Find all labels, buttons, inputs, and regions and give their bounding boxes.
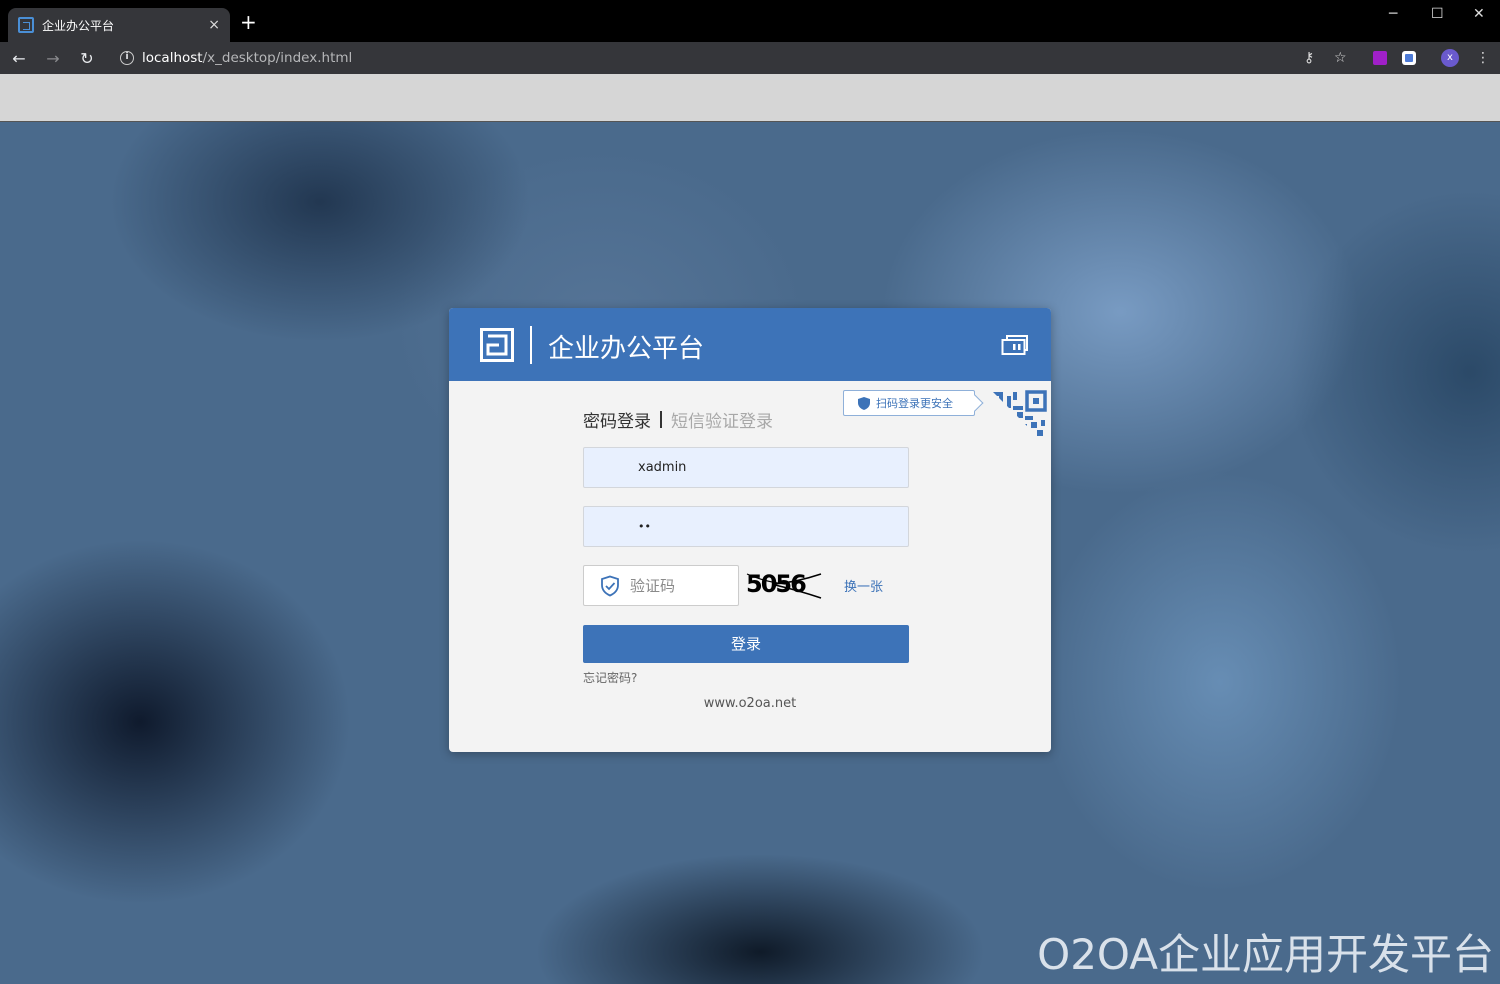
browser-menu-icon[interactable]: ⋮: [1476, 42, 1490, 74]
qr-code-corner-icon[interactable]: [991, 390, 1047, 446]
browser-tab[interactable]: 企业办公平台 ×: [8, 8, 230, 42]
o2oa-favicon-icon: [18, 17, 34, 33]
tab-password-login[interactable]: 密码登录: [583, 407, 651, 432]
tab-sms-login[interactable]: 短信验证登录: [671, 407, 773, 432]
extension-icon[interactable]: [1373, 42, 1387, 74]
password-key-icon[interactable]: ⚷: [1304, 42, 1314, 74]
new-tab-button[interactable]: +: [240, 12, 257, 32]
o2oa-logo-icon: [480, 328, 514, 362]
site-info-icon[interactable]: i: [120, 51, 134, 65]
browser-tabbar: 企业办公平台 × + ─ ☐ ✕: [0, 0, 1500, 42]
qr-tip-text: 扫码登录更安全: [876, 397, 953, 410]
header-divider: [530, 326, 532, 364]
address-bar: ← → ↻ i localhost/x_desktop/index.html ⚷…: [0, 42, 1500, 74]
username-input[interactable]: xadmin: [583, 447, 909, 488]
page-top-bar: [0, 74, 1500, 122]
login-mode-tabs: 密码登录 短信验证登录: [583, 407, 773, 432]
tab-close-icon[interactable]: ×: [208, 17, 220, 33]
url-path: /x_desktop/index.html: [202, 50, 353, 66]
maximize-icon[interactable]: ☐: [1431, 6, 1444, 22]
url-host: localhost: [142, 50, 203, 66]
tab-divider: [660, 411, 662, 428]
shield-icon: [858, 396, 870, 410]
captcha-input[interactable]: 验证码: [583, 565, 739, 606]
watermark-text: O2OA企业应用开发平台: [1037, 930, 1494, 979]
login-card: 企业办公平台 扫码登录更安全 密码登录 短信验证登录 xadmin •• 验证码…: [449, 308, 1051, 752]
forgot-password-link[interactable]: 忘记密码?: [583, 669, 637, 686]
refresh-captcha-link[interactable]: 换一张: [844, 576, 883, 595]
profile-avatar[interactable]: x: [1441, 42, 1459, 74]
captcha-placeholder: 验证码: [630, 577, 676, 595]
url-field[interactable]: i localhost/x_desktop/index.html: [120, 50, 352, 66]
qr-login-tip[interactable]: 扫码登录更安全: [843, 390, 975, 416]
platform-title: 企业办公平台: [548, 334, 705, 364]
shield-check-icon: [601, 575, 619, 596]
login-header: 企业办公平台: [449, 308, 1051, 381]
reload-icon[interactable]: ↻: [72, 49, 102, 68]
extension-2-icon[interactable]: [1402, 42, 1416, 74]
password-input[interactable]: ••: [583, 506, 909, 547]
minimize-icon[interactable]: ─: [1389, 6, 1397, 22]
tab-title: 企业办公平台: [42, 18, 115, 33]
switch-login-mode-icon[interactable]: [1001, 334, 1029, 356]
captcha-image[interactable]: 5056: [745, 568, 823, 600]
site-url-text: www.o2oa.net: [703, 696, 797, 711]
forward-icon[interactable]: →: [38, 49, 68, 68]
login-button[interactable]: 登录: [583, 625, 909, 663]
bookmark-star-icon[interactable]: ☆: [1334, 42, 1347, 74]
back-icon[interactable]: ←: [4, 49, 34, 68]
close-window-icon[interactable]: ✕: [1473, 6, 1485, 22]
